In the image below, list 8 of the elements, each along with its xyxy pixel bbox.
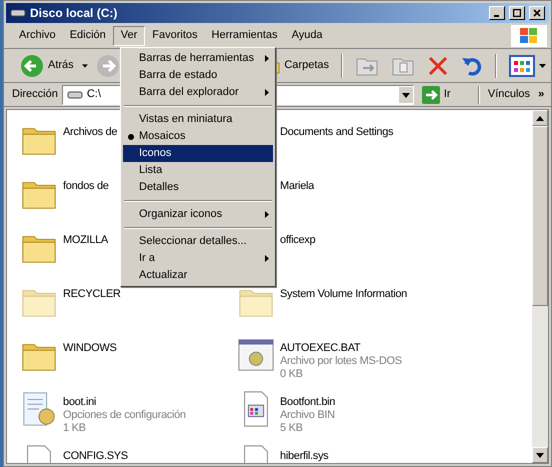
file-type: Opciones de configuración — [63, 409, 186, 422]
window-title: Disco local (C:) — [30, 5, 118, 22]
file-type: Archivo BIN — [280, 409, 336, 422]
file-size: 5 KB — [280, 422, 304, 435]
file-type: Archivo por lotes MS-DOS — [280, 355, 402, 368]
address-label: Dirección — [12, 87, 58, 102]
file-size: 1 KB — [63, 422, 87, 435]
file-size: 0 KB — [280, 368, 304, 381]
